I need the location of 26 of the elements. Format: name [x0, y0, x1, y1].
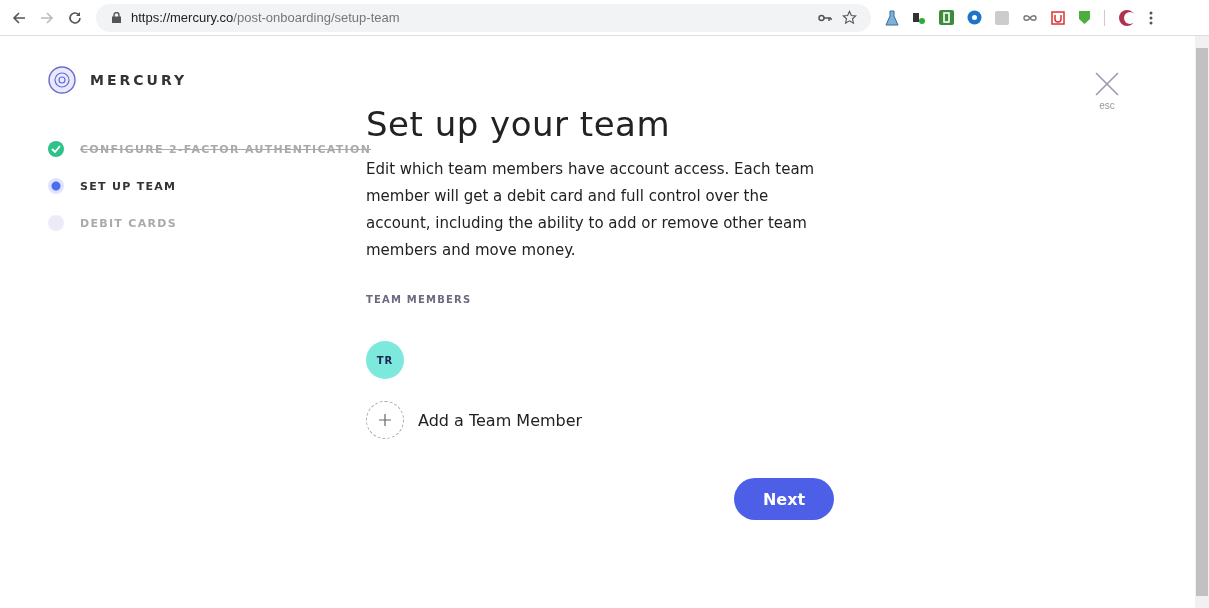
description-text: Edit which team members have account access. Each team member will get a debit card and full control over the account, including the ability to add or remove other team members and move money. — [366, 159, 816, 261]
step-label: DEBIT CARDS — [80, 216, 177, 230]
flask-icon[interactable] — [885, 9, 899, 26]
lock-icon — [112, 12, 121, 23]
step-label: CONFIGURE 2-FACTOR AUTHENTICATION — [80, 142, 372, 156]
menu-icon[interactable] — [1149, 10, 1153, 25]
infinity-icon[interactable] — [1022, 12, 1038, 23]
next-button[interactable]: Next — [734, 478, 834, 520]
scrollbar[interactable] — [1195, 36, 1209, 608]
plus-icon — [379, 414, 391, 426]
star-icon[interactable] — [842, 10, 857, 25]
url-text: https://mercury.co/post-onboarding/setup-team — [131, 10, 400, 25]
add-member-button[interactable]: Add a Team Member — [366, 401, 583, 439]
step-label: SET UP TEAM — [80, 179, 177, 193]
page-title: Set up your team — [366, 104, 672, 144]
extension-icon[interactable] — [912, 10, 926, 25]
section-heading: TEAM MEMBERS — [366, 294, 473, 305]
address-bar[interactable]: https://mercury.co/post-onboarding/setup-team — [96, 3, 871, 32]
brand-name: MERCURY — [90, 72, 188, 88]
logo-icon — [48, 66, 76, 94]
reload-icon[interactable] — [68, 10, 82, 25]
shield-icon[interactable] — [1051, 10, 1065, 25]
extension-icon[interactable] — [1118, 8, 1136, 27]
member-avatar[interactable]: TR — [366, 341, 404, 379]
key-icon[interactable] — [818, 13, 832, 22]
back-icon[interactable] — [12, 10, 26, 25]
